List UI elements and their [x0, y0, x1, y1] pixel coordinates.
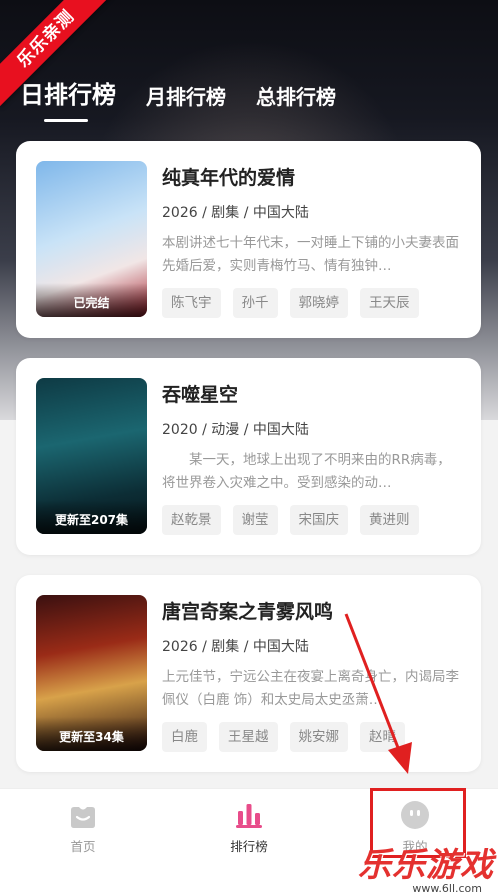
item-info: 纯真年代的爱情 2026 / 剧集 / 中国大陆 本剧讲述七十年代末，一对睡上下… — [162, 161, 463, 318]
nav-label: 首页 — [70, 839, 96, 854]
poster-image[interactable]: 更新至207集 — [36, 378, 147, 534]
poster-image[interactable]: 已完结 — [36, 161, 147, 317]
item-description: 某一天，地球上出现了不明来由的RR病毒，将世界卷入灾难之中。受到感染的动… — [162, 452, 451, 491]
ranking-icon — [233, 800, 265, 830]
ribbon-label: 乐乐亲测 — [0, 0, 114, 107]
item-meta: 2026 / 剧集 / 中国大陆 — [162, 205, 309, 221]
nav-home[interactable]: 首页 — [0, 789, 166, 893]
actor-tag[interactable]: 黄进则 — [360, 505, 419, 535]
nav-ranking[interactable]: 排行榜 — [166, 789, 332, 893]
actor-tags: 白鹿 王星越 姚安娜 赵晴 — [162, 722, 463, 752]
tab-monthly[interactable]: 月排行榜 — [146, 81, 226, 122]
actor-tag[interactable]: 陈飞宇 — [162, 288, 221, 318]
actor-tags: 赵乾景 谢莹 宋国庆 黄进则 — [162, 505, 463, 535]
tab-overall[interactable]: 总排行榜 — [256, 81, 336, 122]
item-title[interactable]: 纯真年代的爱情 — [162, 163, 463, 189]
actor-tag[interactable]: 孙千 — [232, 288, 278, 318]
watermark-title: 乐乐游戏 — [358, 845, 494, 884]
item-title[interactable]: 吞噬星空 — [162, 380, 463, 406]
corner-ribbon: 乐乐亲测 — [0, 0, 130, 130]
episode-status: 已完结 — [36, 283, 147, 317]
actor-tag[interactable]: 白鹿 — [162, 722, 207, 752]
actor-tag[interactable]: 王星越 — [219, 722, 278, 752]
nav-label: 排行榜 — [230, 839, 268, 854]
item-title[interactable]: 唐宫奇案之青雾风鸣 — [162, 597, 463, 623]
item-description: 上元佳节，宁远公主在夜宴上离奇身亡，内谒局李佩仪（白鹿 饰）和太史局太史丞萧… — [162, 669, 459, 708]
item-meta: 2026 / 剧集 / 中国大陆 — [162, 639, 309, 655]
poster-image[interactable]: 更新至34集 — [36, 595, 147, 751]
actor-tag[interactable]: 王天辰 — [360, 288, 419, 318]
item-info: 唐宫奇案之青雾风鸣 2026 / 剧集 / 中国大陆 上元佳节，宁远公主在夜宴上… — [162, 595, 463, 752]
home-icon — [67, 800, 99, 830]
annotation-arrow — [344, 613, 412, 774]
episode-status: 更新至207集 — [36, 500, 147, 534]
episode-status: 更新至34集 — [36, 717, 147, 751]
item-meta: 2020 / 动漫 / 中国大陆 — [162, 422, 309, 438]
item-description: 本剧讲述七十年代末，一对睡上下铺的小夫妻表面先婚后爱，实则青梅竹马、情有独钟… — [162, 235, 459, 274]
list-item[interactable]: 更新至207集 吞噬星空 2020 / 动漫 / 中国大陆 某一天，地球上出现了… — [16, 358, 481, 555]
item-info: 吞噬星空 2020 / 动漫 / 中国大陆 某一天，地球上出现了不明来由的RR病… — [162, 378, 463, 535]
watermark: 乐乐游戏 www.6ll.com — [358, 838, 494, 893]
list-item[interactable]: 已完结 纯真年代的爱情 2026 / 剧集 / 中国大陆 本剧讲述七十年代末，一… — [16, 141, 481, 338]
actor-tag[interactable]: 谢莹 — [232, 505, 278, 535]
actor-tag[interactable]: 赵乾景 — [162, 505, 221, 535]
actor-tags: 陈飞宇 孙千 郭晓婷 王天辰 — [162, 288, 463, 318]
actor-tag[interactable]: 宋国庆 — [289, 505, 348, 535]
actor-tag[interactable]: 郭晓婷 — [289, 288, 348, 318]
